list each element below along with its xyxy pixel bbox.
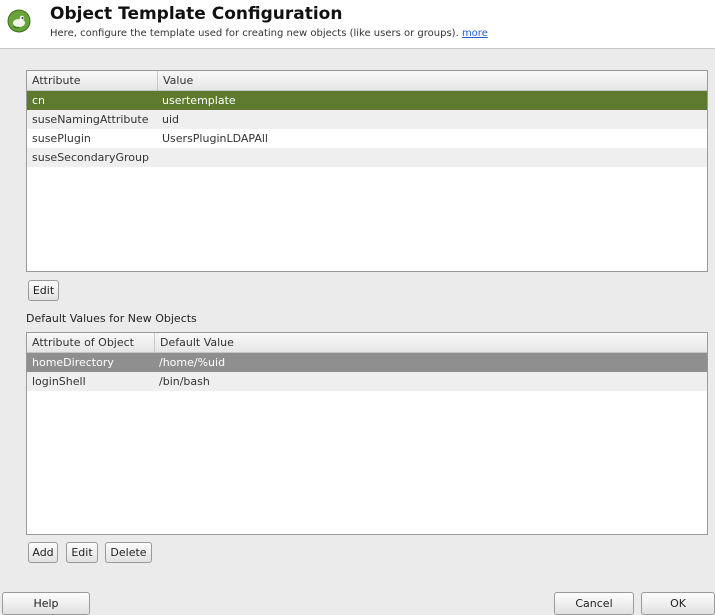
cell-attribute: suseSecondaryGroup: [32, 151, 149, 164]
cell-value: /bin/bash: [159, 375, 210, 388]
edit-default-button[interactable]: Edit: [66, 542, 98, 563]
cell-attribute: loginShell: [32, 375, 86, 388]
edit-attribute-button[interactable]: Edit: [28, 280, 59, 301]
cell-value: UsersPluginLDAPAll: [162, 132, 268, 145]
ok-button[interactable]: OK: [641, 592, 715, 615]
page-title: Object Template Configuration: [50, 4, 343, 24]
more-link[interactable]: more: [462, 28, 488, 39]
table-row[interactable]: suseNamingAttribute uid: [27, 110, 707, 129]
cell-value: /home/%uid: [159, 356, 226, 369]
page-subtitle: Here, configure the template used for cr…: [50, 28, 488, 39]
yast-chameleon-icon: [7, 9, 31, 33]
cell-attribute: homeDirectory: [32, 356, 114, 369]
cell-value: uid: [162, 113, 180, 126]
column-header-value[interactable]: Value: [157, 71, 707, 90]
cell-value: [157, 148, 707, 167]
cancel-button[interactable]: Cancel: [554, 592, 634, 615]
column-header-attribute[interactable]: Attribute: [27, 71, 157, 90]
dialog-content: Attribute Value cn usertemplate suseNami…: [0, 48, 715, 615]
table-row[interactable]: homeDirectory /home/%uid: [27, 353, 707, 372]
cell-attribute: cn: [32, 94, 46, 107]
help-button[interactable]: Help: [2, 592, 90, 615]
subtitle-text: Here, configure the template used for cr…: [50, 28, 459, 39]
cell-attribute: susePlugin: [32, 132, 91, 145]
add-button[interactable]: Add: [28, 542, 58, 563]
defaults-table-header: Attribute of Object Default Value: [27, 333, 707, 353]
cell-value: usertemplate: [162, 94, 236, 107]
table-row[interactable]: suseSecondaryGroup: [27, 148, 707, 167]
attributes-table[interactable]: Attribute Value cn usertemplate suseNami…: [26, 70, 708, 272]
delete-button[interactable]: Delete: [105, 542, 152, 563]
attributes-table-header: Attribute Value: [27, 71, 707, 91]
defaults-section-label: Default Values for New Objects: [26, 312, 197, 325]
column-header-attribute-of-object[interactable]: Attribute of Object: [27, 333, 154, 352]
table-row[interactable]: loginShell /bin/bash: [27, 372, 707, 391]
table-row[interactable]: cn usertemplate: [27, 91, 707, 110]
column-header-default-value[interactable]: Default Value: [154, 333, 707, 352]
cell-attribute: suseNamingAttribute: [32, 113, 149, 126]
defaults-table[interactable]: Attribute of Object Default Value homeDi…: [26, 332, 708, 535]
table-row[interactable]: susePlugin UsersPluginLDAPAll: [27, 129, 707, 148]
